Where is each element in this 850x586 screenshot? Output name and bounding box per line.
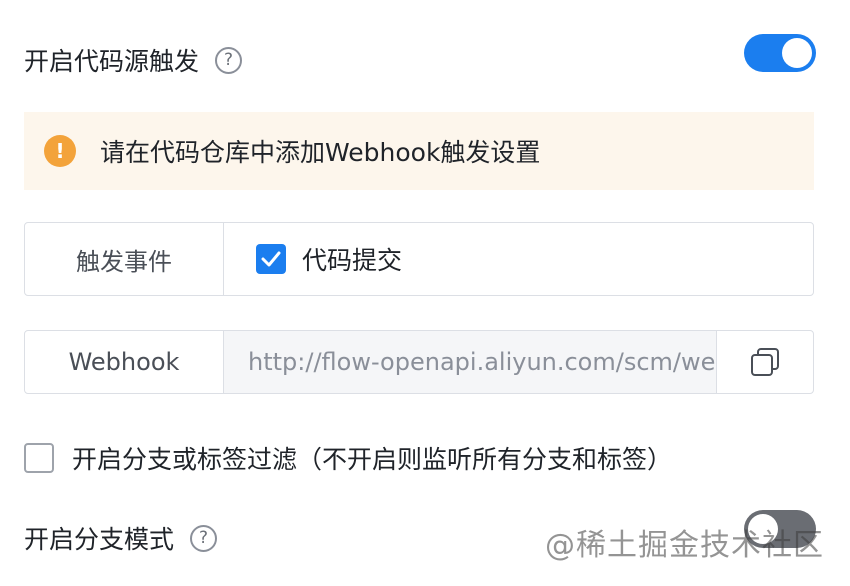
branch-filter-checkbox[interactable] [24, 443, 54, 473]
copy-icon [751, 348, 779, 376]
webhook-group: Webhook http://flow-openapi.aliyun.com/s… [24, 330, 814, 394]
branch-filter-label: 开启分支或标签过滤（不开启则监听所有分支和标签） [72, 445, 673, 474]
webhook-url-input[interactable]: http://flow-openapi.aliyun.com/scm/webho… [224, 331, 717, 393]
alert-text: 请在代码仓库中添加Webhook触发设置 [100, 138, 541, 167]
trigger-event-group: 触发事件 代码提交 [24, 222, 814, 296]
code-trigger-row: 开启代码源触发 ? [24, 42, 243, 78]
help-icon[interactable]: ? [215, 46, 243, 74]
code-trigger-switch[interactable] [744, 34, 816, 72]
branch-filter-row[interactable]: 开启分支或标签过滤（不开启则监听所有分支和标签） [24, 440, 672, 476]
watermark: @稀土掘金技术社区 [545, 528, 824, 563]
code-trigger-title: 开启代码源触发 [24, 47, 200, 76]
branch-mode-row: 开启分支模式 ? [24, 520, 218, 556]
warning-icon: ! [44, 135, 76, 167]
trigger-settings-panel: 开启代码源触发 ? ! 请在代码仓库中添加Webhook触发设置 触发事件 代码… [0, 0, 850, 586]
trigger-event-option[interactable]: 代码提交 [224, 223, 813, 295]
code-commit-label: 代码提交 [302, 246, 403, 275]
trigger-event-label: 触发事件 [25, 223, 224, 295]
code-commit-checkbox[interactable] [256, 244, 286, 274]
copy-button[interactable] [717, 331, 813, 393]
webhook-label: Webhook [25, 331, 224, 393]
webhook-alert: ! 请在代码仓库中添加Webhook触发设置 [24, 112, 814, 190]
switch-knob [782, 38, 812, 68]
branch-mode-title: 开启分支模式 [24, 525, 175, 554]
help-icon[interactable]: ? [190, 524, 218, 552]
check-icon [261, 251, 281, 267]
